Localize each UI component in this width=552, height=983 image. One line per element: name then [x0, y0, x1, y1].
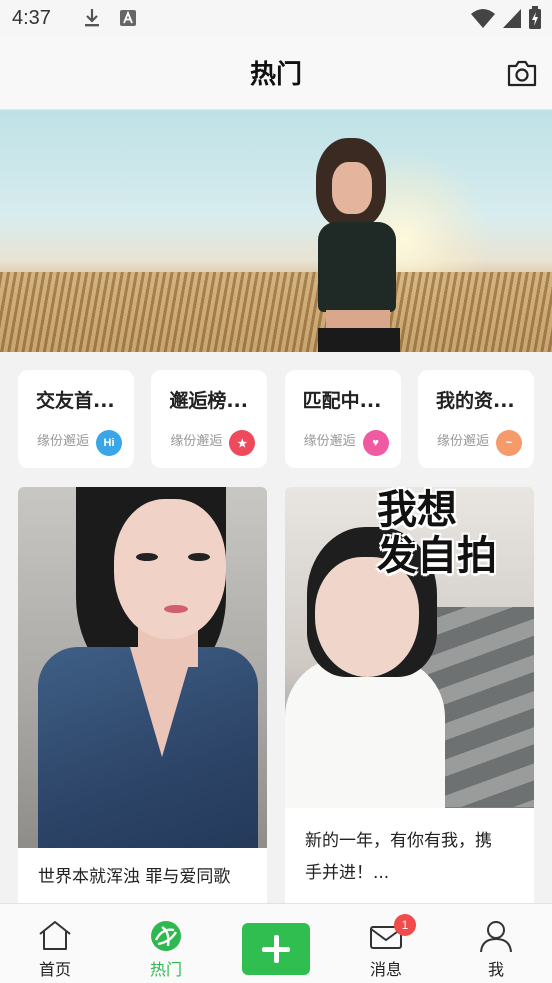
feed-photo[interactable]	[18, 487, 267, 848]
banner-person-top	[318, 222, 396, 312]
feed-card[interactable]: 世界本就浑浊 罪与爱同歌	[18, 487, 267, 907]
photo-face	[114, 499, 226, 639]
bottom-nav: 首页 热门 1 消息 我	[0, 903, 552, 983]
feed-photo[interactable]: 我想 发自拍	[285, 487, 534, 808]
feed-caption-line: 手并进！...	[305, 863, 390, 883]
keyboard-a-icon	[117, 7, 139, 29]
banner-person-waist	[326, 310, 390, 330]
category-title: 匹配中...	[302, 390, 382, 412]
category-title: 邂逅榜...	[169, 390, 248, 412]
category-title: 交友首...	[36, 390, 115, 412]
banner-wheat-field	[0, 272, 552, 352]
hi-chat-icon: Hi	[96, 430, 122, 456]
nav-me[interactable]: 我	[456, 904, 536, 983]
status-time: 4:37	[12, 6, 51, 29]
sticker-line: 发自拍	[377, 533, 497, 579]
photo-sticker-text: 我想 发自拍	[377, 487, 527, 583]
download-icon	[81, 7, 103, 29]
banner-person-face	[332, 162, 372, 214]
plus-button[interactable]	[242, 923, 310, 975]
photo-eye	[188, 553, 210, 561]
category-subtitle: 缘份邂逅	[436, 434, 489, 449]
category-card-friends-home[interactable]: 交友首... 缘份邂逅 Hi	[18, 370, 134, 468]
category-cards: 交友首... 缘份邂逅 Hi 邂逅榜... 缘份邂逅 ★ 匹配中... 缘份邂逅…	[18, 370, 534, 468]
status-icons	[470, 6, 542, 34]
banner-image[interactable]	[0, 110, 552, 352]
user-icon	[478, 918, 514, 954]
nav-label: 消息	[369, 960, 402, 979]
status-bar: 4:37	[0, 0, 552, 36]
photo-lips	[164, 605, 188, 613]
nav-label: 我	[487, 960, 504, 979]
feed-caption-line: 新的一年，有你有我，携	[305, 831, 492, 851]
nav-label: 首页	[38, 960, 71, 979]
category-subtitle: 缘份邂逅	[303, 434, 356, 449]
feed-card[interactable]: 我想 发自拍 新的一年，有你有我，携 手并进！...	[285, 487, 534, 907]
category-card-matching[interactable]: 匹配中... 缘份邂逅 ♥	[284, 370, 401, 468]
category-subtitle: 缘份邂逅	[170, 434, 223, 449]
nav-hot[interactable]: 热门	[126, 904, 206, 983]
signal-icon	[502, 7, 522, 33]
category-subtitle: 缘份邂逅	[37, 434, 90, 449]
photo-eye	[136, 553, 158, 561]
hot-icon	[148, 918, 184, 954]
nav-messages[interactable]: 1 消息	[346, 904, 426, 983]
feed-caption: 世界本就浑浊 罪与爱同歌	[38, 867, 231, 887]
hearts-icon: ♥	[362, 430, 389, 456]
nav-label: 热门	[149, 960, 182, 979]
camera-icon[interactable]	[506, 58, 538, 88]
page-title: 热门	[249, 60, 302, 90]
home-icon	[37, 918, 73, 954]
sticker-line: 我想	[377, 487, 457, 533]
category-card-my-profile[interactable]: 我的资... 缘份邂逅 ~	[417, 370, 534, 468]
category-card-encounter-rank[interactable]: 邂逅榜... 缘份邂逅 ★	[151, 370, 268, 468]
category-title: 我的资...	[435, 390, 515, 412]
photo-white-shirt	[285, 657, 445, 808]
banner-person-bottom	[318, 328, 400, 352]
profile-card-icon: ~	[495, 430, 522, 456]
nav-home[interactable]: 首页	[15, 904, 95, 983]
top-header: 热门	[0, 36, 552, 110]
unread-badge: 1	[394, 914, 416, 936]
star-badge-icon: ★	[229, 430, 256, 456]
wifi-icon	[470, 7, 496, 33]
battery-charging-icon	[528, 6, 542, 34]
